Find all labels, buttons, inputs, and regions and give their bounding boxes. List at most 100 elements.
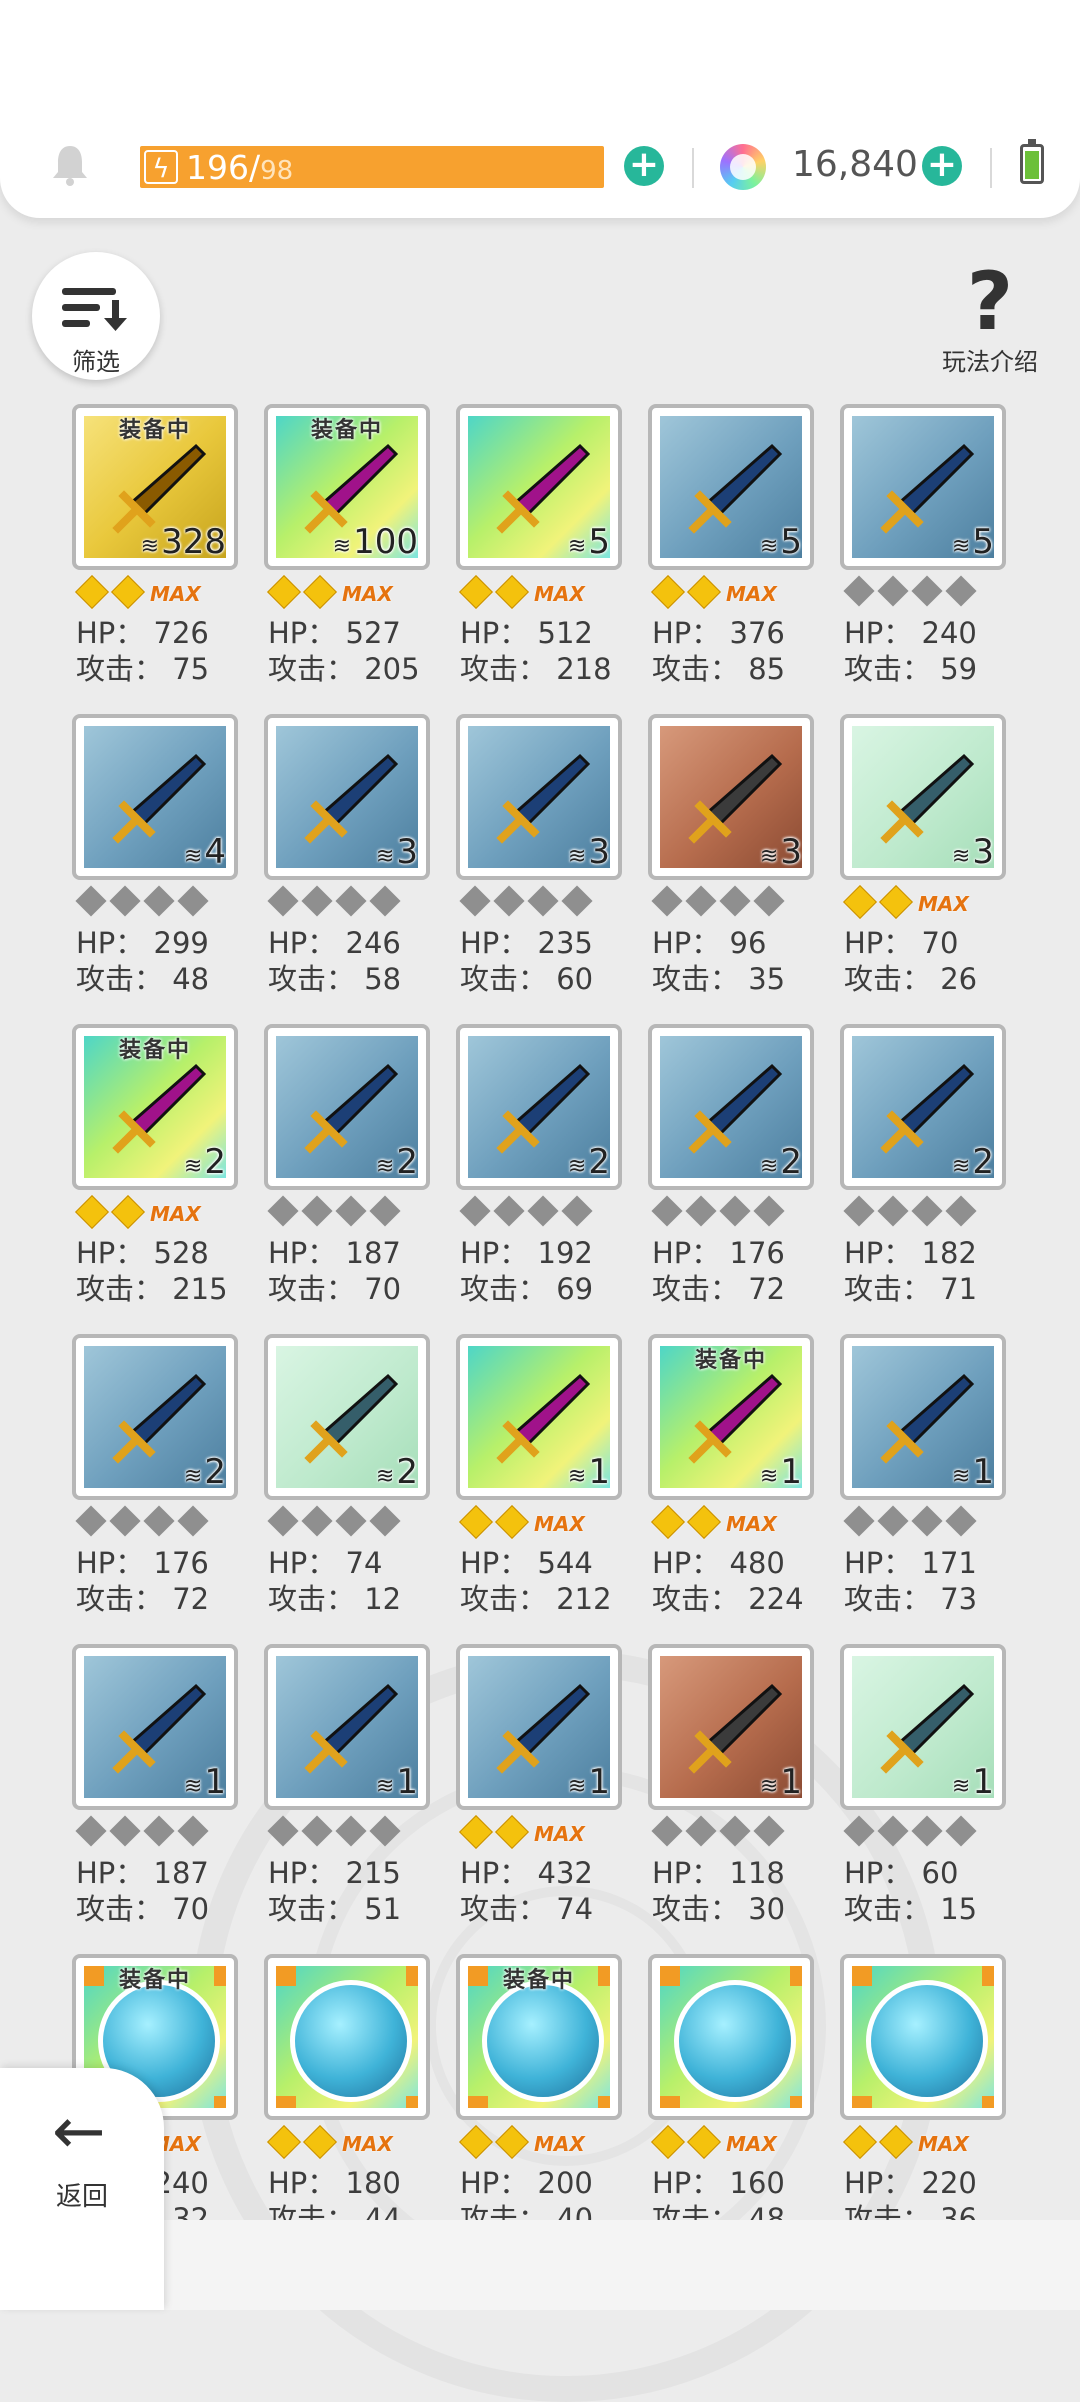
equipment-card[interactable]: MAX HP： 220 攻击： 36	[840, 1954, 1006, 2254]
gray-diamond-icon	[843, 1195, 875, 1227]
gray-diamond-icon	[335, 1195, 367, 1227]
item-tile[interactable]: ≋1	[264, 1644, 430, 1810]
item-tile[interactable]: ≋1	[648, 1644, 814, 1810]
back-button[interactable]: ← 返回	[0, 2068, 164, 2310]
equipment-card[interactable]: ≋1 HP： 187 攻击： 70	[72, 1644, 238, 1944]
equipment-card[interactable]: ≋1 HP： 118 攻击： 30	[648, 1644, 814, 1944]
item-tile[interactable]: ≋2	[648, 1024, 814, 1190]
battery-icon	[1020, 139, 1044, 184]
gold-diamond-icon	[879, 885, 913, 919]
filter-button[interactable]: 筛选	[32, 252, 160, 380]
equipment-card[interactable]: ≋2 HP： 182 攻击： 71	[840, 1024, 1006, 1324]
equipment-card[interactable]: ≋4 HP： 299 攻击： 48	[72, 714, 238, 1014]
equipment-card[interactable]: MAX HP： 180 攻击： 44	[264, 1954, 430, 2254]
rank-indicator	[651, 1815, 788, 1852]
attack-stat: 攻击： 26	[844, 962, 978, 996]
item-tile[interactable]: ≋1	[840, 1644, 1006, 1810]
attack-stat: 攻击： 30	[652, 1892, 786, 1926]
equipment-card[interactable]: 装备中 ≋100 MAX HP： 527 攻击： 205	[264, 404, 430, 704]
equipment-card[interactable]: ≋2 HP： 176 攻击： 72	[648, 1024, 814, 1324]
max-badge: MAX	[150, 582, 201, 606]
back-arrow-icon: ←	[52, 2095, 106, 2169]
gray-diamond-icon	[177, 1815, 209, 1847]
item-tile[interactable]: 装备中	[456, 1954, 622, 2120]
item-tile[interactable]	[264, 1954, 430, 2120]
item-tile[interactable]: ≋3	[648, 714, 814, 880]
item-tile[interactable]: ≋3	[456, 714, 622, 880]
stack-icon: ≋	[759, 1154, 779, 1179]
item-tile[interactable]: ≋1	[456, 1334, 622, 1500]
equipment-card[interactable]: ≋5 HP： 240 攻击： 59	[840, 404, 1006, 704]
gray-diamond-icon	[685, 885, 717, 917]
item-tile[interactable]: 装备中 ≋328	[72, 404, 238, 570]
item-tile[interactable]: ≋2	[264, 1334, 430, 1500]
equipment-card[interactable]: ≋5 MAX HP： 512 攻击： 218	[456, 404, 622, 704]
item-tile[interactable]: ≋2	[840, 1024, 1006, 1190]
item-count: ≋2	[760, 1142, 802, 1182]
equipment-card[interactable]: ≋1 MAX HP： 544 攻击： 212	[456, 1334, 622, 1634]
item-tile[interactable]: ≋5	[840, 404, 1006, 570]
item-tile[interactable]: ≋2	[264, 1024, 430, 1190]
gray-diamond-icon	[267, 1815, 299, 1847]
attack-stat: 攻击： 15	[844, 1892, 978, 1926]
equipment-card[interactable]: ≋2 HP： 74 攻击： 12	[264, 1334, 430, 1634]
max-badge: MAX	[150, 1202, 201, 1226]
crystal-orb-icon	[866, 1980, 988, 2102]
gray-diamond-icon	[843, 1815, 875, 1847]
item-tile[interactable]: ≋2	[72, 1334, 238, 1500]
item-tile[interactable]: ≋4	[72, 714, 238, 880]
equipment-card[interactable]: MAX HP： 160 攻击： 48	[648, 1954, 814, 2254]
rank-indicator: MAX	[651, 575, 777, 612]
rank-indicator: MAX	[843, 2125, 969, 2162]
gray-diamond-icon	[843, 575, 875, 607]
golden-orb-icon	[290, 1980, 412, 2102]
item-tile[interactable]: 装备中 ≋2	[72, 1024, 238, 1190]
item-count: ≋2	[376, 1452, 418, 1492]
item-count: ≋1	[568, 1452, 610, 1492]
stack-icon: ≋	[567, 844, 587, 869]
item-tile[interactable]: 装备中 ≋1	[648, 1334, 814, 1500]
item-tile[interactable]: 装备中 ≋100	[264, 404, 430, 570]
add-gems-button[interactable]: +	[922, 146, 962, 186]
equipment-card[interactable]: ≋2 HP： 192 攻击： 69	[456, 1024, 622, 1324]
equipment-card[interactable]: ≋3 HP： 96 攻击： 35	[648, 714, 814, 1014]
equipment-card[interactable]: ≋2 HP： 187 攻击： 70	[264, 1024, 430, 1324]
equipment-card[interactable]: 装备中 MAX HP： 200 攻击： 40	[456, 1954, 622, 2254]
item-tile[interactable]	[840, 1954, 1006, 2120]
equipment-card[interactable]: ≋3 HP： 235 攻击： 60	[456, 714, 622, 1014]
item-tile[interactable]: ≋5	[648, 404, 814, 570]
add-energy-button[interactable]: +	[624, 146, 664, 186]
equipment-card[interactable]: ≋1 MAX HP： 432 攻击： 74	[456, 1644, 622, 1944]
rank-indicator: MAX	[651, 1505, 777, 1542]
gray-diamond-icon	[753, 1195, 785, 1227]
item-tile[interactable]: ≋3	[264, 714, 430, 880]
equipment-card[interactable]: ≋1 HP： 171 攻击： 73	[840, 1334, 1006, 1634]
item-tile[interactable]	[648, 1954, 814, 2120]
equipment-card[interactable]: ≋2 HP： 176 攻击： 72	[72, 1334, 238, 1634]
attack-stat: 攻击： 205	[268, 652, 420, 686]
help-button[interactable]: ? 玩法介绍	[930, 262, 1050, 377]
item-tile[interactable]: ≋3	[840, 714, 1006, 880]
equipment-card[interactable]: 装备中 ≋1 MAX HP： 480 攻击： 224	[648, 1334, 814, 1634]
item-tile[interactable]: ≋5	[456, 404, 622, 570]
equipment-card[interactable]: ≋5 MAX HP： 376 攻击： 85	[648, 404, 814, 704]
item-tile[interactable]: ≋1	[840, 1334, 1006, 1500]
item-tile[interactable]: ≋1	[72, 1644, 238, 1810]
equipment-card[interactable]: 装备中 ≋328 MAX HP： 726 攻击： 75	[72, 404, 238, 704]
bell-icon[interactable]	[50, 142, 90, 186]
attack-stat: 攻击： 75	[76, 652, 210, 686]
equipment-card[interactable]: ≋1 HP： 60 攻击： 15	[840, 1644, 1006, 1944]
equipped-badge: 装备中	[502, 1968, 575, 1993]
frame-corner	[790, 1966, 802, 1986]
stack-icon: ≋	[951, 534, 971, 559]
item-tile[interactable]: ≋1	[456, 1644, 622, 1810]
equipment-card[interactable]: ≋3 MAX HP： 70 攻击： 26	[840, 714, 1006, 1014]
rank-indicator	[75, 885, 212, 922]
equipment-card[interactable]: ≋1 HP： 215 攻击： 51	[264, 1644, 430, 1944]
equipment-card[interactable]: ≋3 HP： 246 攻击： 58	[264, 714, 430, 1014]
rank-indicator	[459, 885, 596, 922]
item-background	[660, 1966, 802, 2108]
item-tile[interactable]: ≋2	[456, 1024, 622, 1190]
equipment-card[interactable]: 装备中 ≋2 MAX HP： 528 攻击： 215	[72, 1024, 238, 1324]
energy-bar: ϟ 196/98	[140, 146, 604, 188]
